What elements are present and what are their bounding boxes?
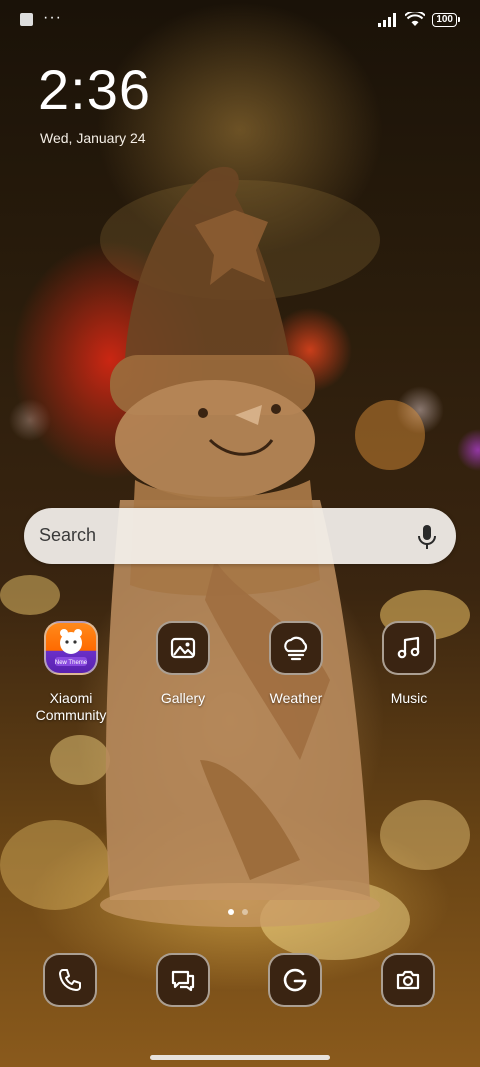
app-gallery[interactable]: Gallery <box>128 621 238 707</box>
more-dots-icon: ··· <box>43 8 62 26</box>
page-dot-active <box>228 909 234 915</box>
app-music[interactable]: Music <box>354 621 464 707</box>
app-weather[interactable]: Weather <box>241 621 351 707</box>
app-label: Gallery <box>160 690 206 706</box>
xiaomi-community-icon: New Theme <box>44 621 98 675</box>
camera-icon[interactable] <box>381 953 435 1007</box>
clock-time[interactable]: 2:36 <box>38 58 151 122</box>
music-icon <box>382 621 436 675</box>
notification-square-icon <box>20 13 33 26</box>
app-label: Music <box>390 690 428 706</box>
weather-icon <box>269 621 323 675</box>
page-dot <box>242 909 248 915</box>
messages-icon[interactable] <box>156 953 210 1007</box>
gallery-icon <box>156 621 210 675</box>
new-theme-badge: New Theme <box>55 660 88 666</box>
app-label: Xiaomi Community <box>35 690 107 723</box>
clock-date[interactable]: Wed, January 24 <box>40 130 146 146</box>
home-gesture-bar[interactable] <box>150 1055 330 1060</box>
battery-icon: 100 <box>432 12 460 27</box>
battery-level: 100 <box>432 12 457 27</box>
app-label: Weather <box>269 690 323 706</box>
wifi-icon <box>405 12 426 26</box>
app-xiaomi-community[interactable]: New Theme Xiaomi Community <box>16 621 126 724</box>
microphone-icon[interactable] <box>416 524 438 550</box>
google-icon[interactable] <box>268 953 322 1007</box>
phone-icon[interactable] <box>43 953 97 1007</box>
page-indicator[interactable] <box>228 909 248 915</box>
status-bar: ··· 100 <box>0 0 480 40</box>
search-placeholder: Search <box>39 525 97 545</box>
search-bar[interactable]: Search <box>24 508 456 564</box>
signal-icon <box>378 12 397 27</box>
